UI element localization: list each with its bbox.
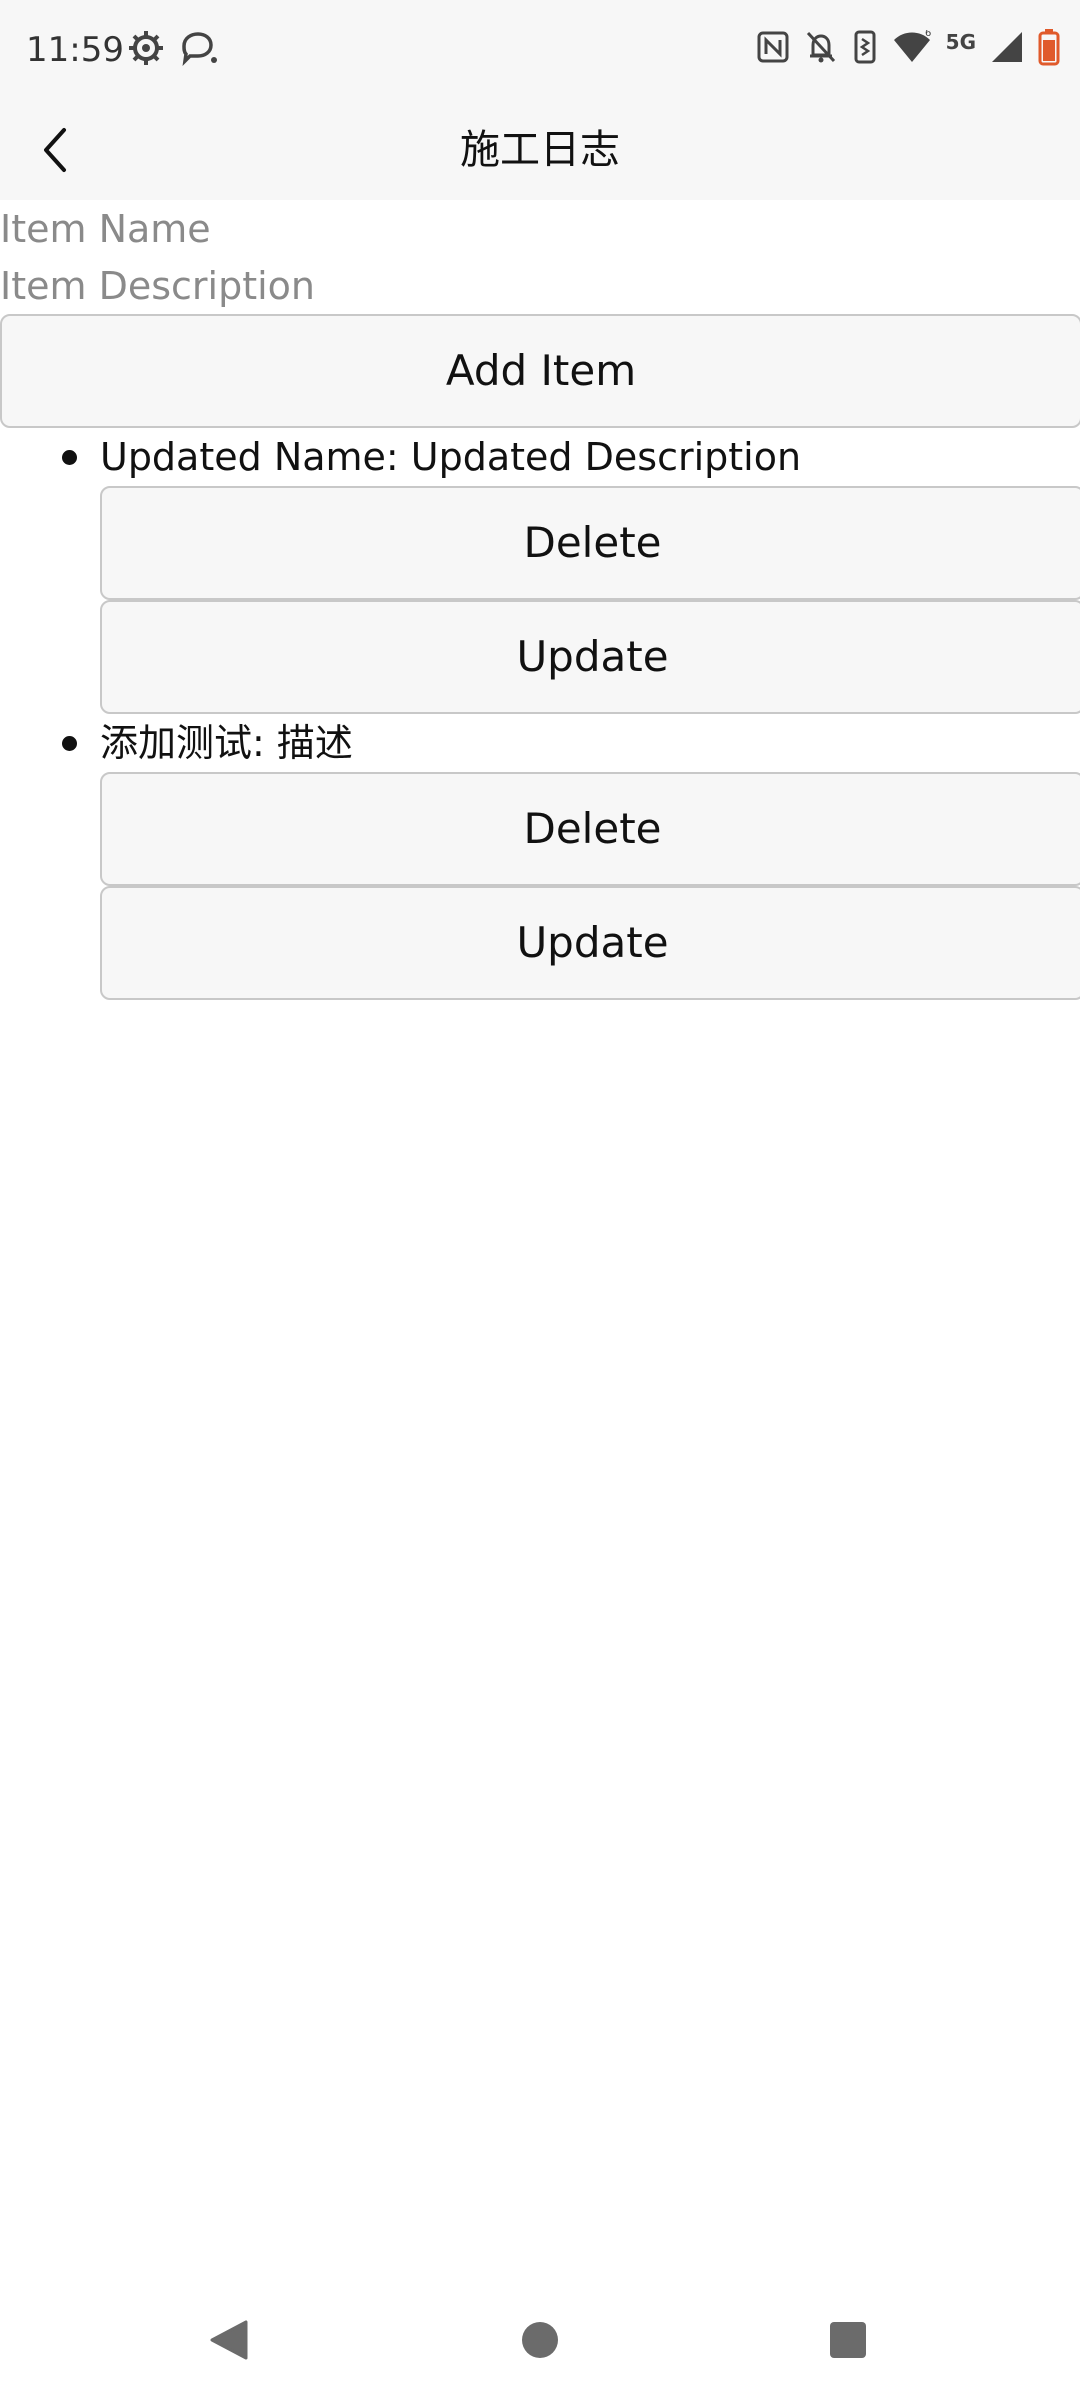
chat-bubble-icon [182, 32, 217, 66]
bullet-icon [62, 450, 77, 465]
svg-text:6: 6 [925, 30, 931, 39]
app-bar: 施工日志 [0, 100, 1080, 200]
settings-icon [129, 31, 163, 65]
status-right-icons: 6 5G [756, 28, 1060, 66]
nav-back-button[interactable] [198, 2310, 258, 2370]
network-label: 5G [945, 30, 976, 54]
list-item: 添加测试: 描述 Delete Update [0, 714, 1080, 1000]
delete-button[interactable]: Delete [100, 486, 1080, 600]
item-description-input[interactable] [0, 257, 1080, 314]
wifi-icon: 6 [893, 30, 931, 62]
vibrate-icon [854, 30, 876, 64]
bullet-icon [62, 736, 77, 751]
chevron-left-icon [44, 128, 66, 172]
recents-square-icon [830, 2322, 866, 2358]
add-item-button[interactable]: Add Item [0, 314, 1080, 428]
back-button[interactable] [24, 118, 88, 182]
main-content: Add Item Updated Name: Updated Descripti… [0, 200, 1080, 1000]
item-list: Updated Name: Updated Description Delete… [0, 428, 1080, 1000]
status-bar: 11:59 6 5G [0, 0, 1080, 100]
bell-off-icon [806, 31, 835, 63]
nav-recents-button[interactable] [818, 2310, 878, 2370]
battery-icon [1038, 29, 1060, 66]
system-nav-bar [0, 2280, 1080, 2400]
page-title: 施工日志 [460, 127, 620, 173]
signal-icon [992, 32, 1022, 62]
status-left-icons [128, 30, 218, 66]
delete-button[interactable]: Delete [100, 772, 1080, 886]
list-item: Updated Name: Updated Description Delete… [0, 428, 1080, 714]
back-triangle-icon [210, 2320, 248, 2360]
nfc-icon [757, 31, 789, 63]
status-time: 11:59 [26, 30, 124, 70]
item-text: 添加测试: 描述 [100, 721, 353, 765]
nav-home-button[interactable] [510, 2310, 570, 2370]
home-circle-icon [522, 2322, 558, 2358]
item-text: Updated Name: Updated Description [100, 435, 802, 479]
update-button[interactable]: Update [100, 886, 1080, 1000]
update-button[interactable]: Update [100, 600, 1080, 714]
item-name-input[interactable] [0, 200, 1080, 257]
